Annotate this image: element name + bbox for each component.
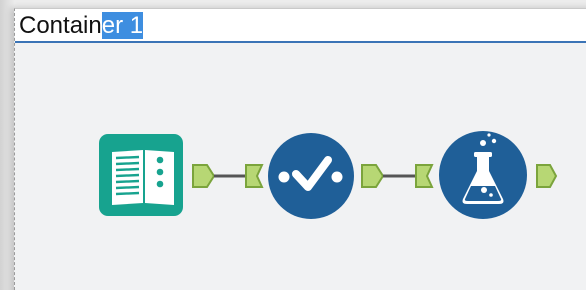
input-anchor[interactable] <box>415 164 434 188</box>
workflow-canvas <box>99 131 558 219</box>
book-icon <box>112 150 174 205</box>
input-anchor[interactable] <box>245 164 264 188</box>
output-anchor[interactable] <box>536 164 558 188</box>
select-tool[interactable] <box>268 133 354 219</box>
formula-tool[interactable] <box>439 131 527 219</box>
output-anchor[interactable] <box>361 164 385 188</box>
input-data-tool[interactable] <box>99 134 183 216</box>
output-anchor[interactable] <box>192 164 216 188</box>
canvas: Container 1 <box>0 0 586 290</box>
